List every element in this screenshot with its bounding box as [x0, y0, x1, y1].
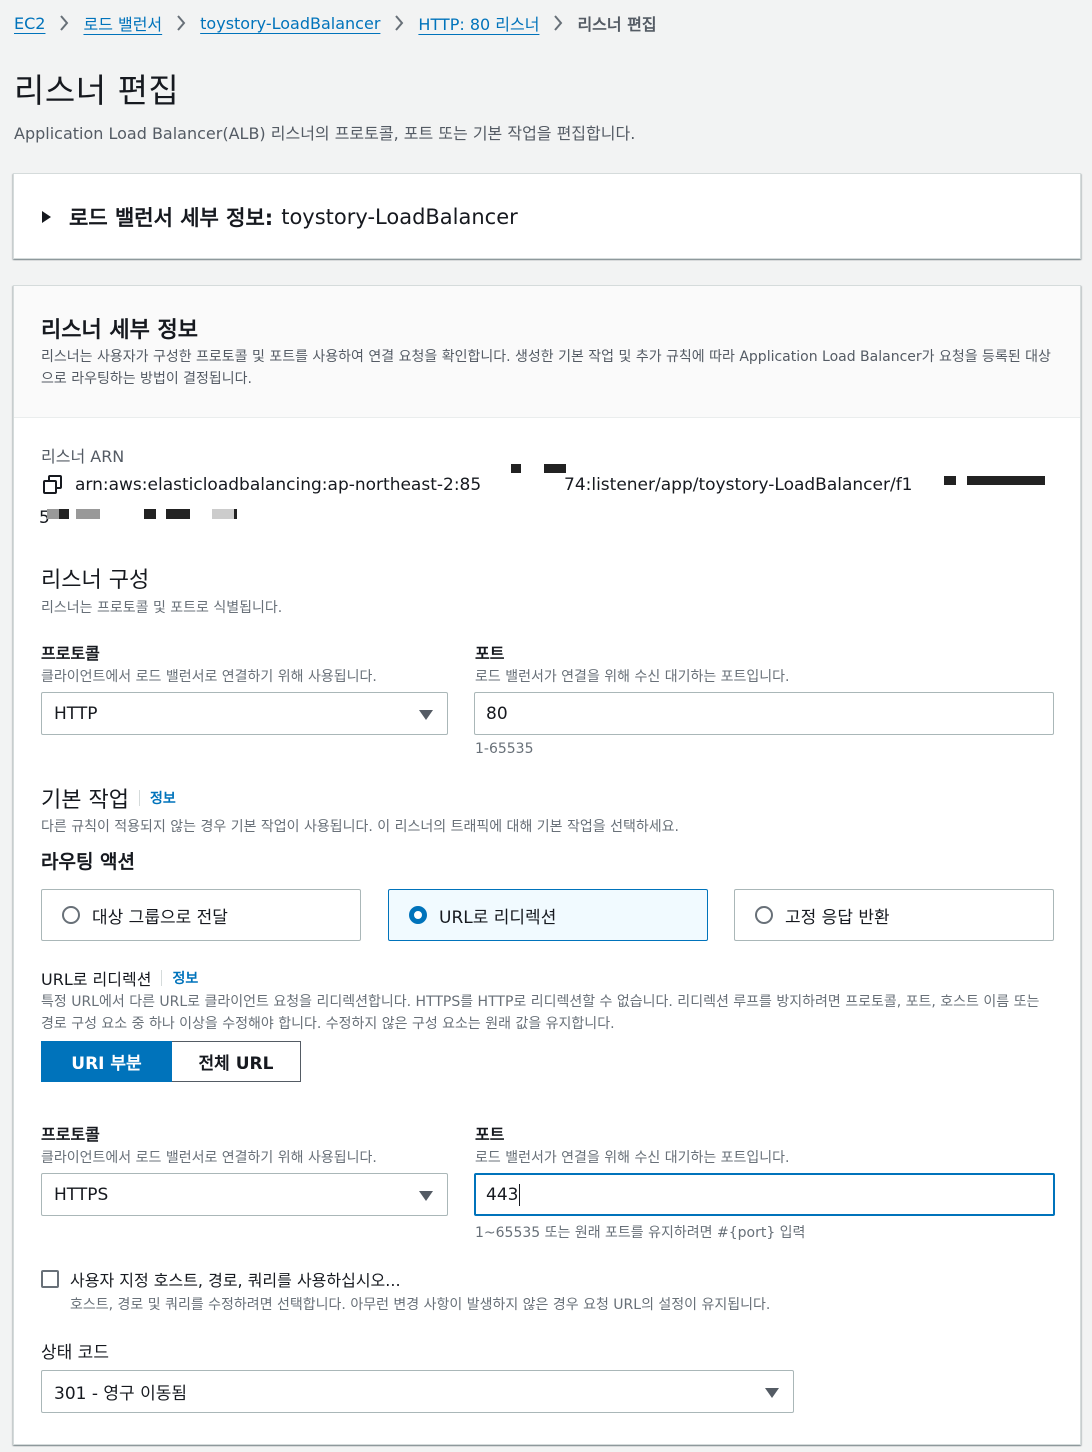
redirect-mode-segmented-control: URI 부분 전체 URL: [41, 1041, 301, 1082]
port-label: 포트: [475, 644, 505, 663]
redirect-port-label: 포트: [475, 1125, 505, 1144]
redaction-block: [511, 464, 521, 473]
default-action-description: 다른 규칙이 적용되지 않는 경우 기본 작업이 사용됩니다. 이 리스너의 트…: [41, 819, 679, 835]
redirect-protocol-value: HTTPS: [54, 1184, 109, 1205]
lb-details-label: 로드 밸런서 세부 정보:: [69, 206, 274, 230]
custom-host-path-query-checkbox[interactable]: [41, 1270, 59, 1288]
listener-config-description: 리스너는 프로토콜 및 포트로 식별됩니다.: [41, 600, 283, 616]
port-help: 로드 밸런서가 연결을 위해 수신 대기하는 포트입니다.: [475, 669, 790, 685]
redirect-heading: URL로 리디렉션 정보: [41, 966, 198, 990]
redaction-block: [212, 509, 234, 519]
status-code-label: 상태 코드: [41, 1343, 109, 1363]
listener-config-title: 리스너 구성: [41, 568, 150, 593]
protocol-label: 프로토콜: [41, 644, 100, 663]
caret-down-icon: [419, 1191, 433, 1201]
routing-option-label: 고정 응답 반환: [785, 907, 890, 928]
breadcrumb: EC2 로드 밸런서 toystory-LoadBalancer HTTP: 8…: [14, 10, 657, 36]
status-code-select[interactable]: 301 - 영구 이동됨: [41, 1370, 794, 1413]
radio-unchecked: [755, 906, 773, 924]
custom-host-path-query-label: 사용자 지정 호스트, 경로, 쿼리를 사용하십시오...: [70, 1271, 401, 1290]
default-action-info-link[interactable]: 정보: [150, 788, 176, 808]
listener-details-title: 리스너 세부 정보: [41, 318, 198, 343]
breadcrumb-current: 리스너 편집: [577, 15, 657, 34]
listener-details-description: 리스너는 사용자가 구성한 프로토콜 및 포트를 사용하여 연결 요청을 확인합…: [41, 349, 1051, 387]
port-input[interactable]: 80: [474, 692, 1054, 735]
breadcrumb-listener[interactable]: HTTP: 80 리스너: [418, 11, 539, 35]
routing-option-forward[interactable]: 대상 그룹으로 전달: [41, 889, 361, 941]
redaction-block: [47, 509, 59, 519]
copy-icon[interactable]: [43, 475, 63, 495]
listener-details-panel: 리스너 세부 정보 리스너는 사용자가 구성한 프로토콜 및 포트를 사용하여 …: [13, 285, 1081, 1445]
radio-checked: [409, 906, 427, 924]
redaction-block: [944, 476, 956, 485]
redirect-port-hint: 1~65535 또는 원래 포트를 유지하려면 #{port} 입력: [475, 1225, 806, 1241]
status-code-value: 301 - 영구 이동됨: [54, 1384, 187, 1404]
redirect-info-link[interactable]: 정보: [172, 968, 198, 988]
redirect-protocol-help: 클라이언트에서 로드 밸런서로 연결하기 위해 사용됩니다.: [41, 1150, 377, 1166]
default-action-heading: 기본 작업 정보: [41, 782, 176, 814]
routing-option-label: URL로 리디렉션: [439, 907, 557, 928]
redirect-description: 특정 URL에서 다른 URL로 클라이언트 요청을 리디렉션합니다. HTTP…: [41, 994, 1040, 1032]
listener-arn: arn:aws:elasticloadbalancing:ap-northeas…: [43, 475, 481, 495]
caret-down-icon: [419, 710, 433, 720]
chevron-right-icon: [553, 15, 563, 31]
redirect-protocol-label: 프로토콜: [41, 1125, 100, 1144]
port-input-value: 80: [486, 703, 508, 724]
chevron-right-icon: [176, 15, 186, 31]
redaction-block: [544, 464, 566, 473]
divider: [138, 790, 140, 806]
chevron-right-icon: [394, 15, 404, 31]
redirect-port-value: 443: [486, 1184, 519, 1205]
divider: [161, 970, 163, 986]
routing-option-redirect[interactable]: URL로 리디렉션: [388, 889, 708, 941]
listener-arn-label: 리스너 ARN: [41, 447, 125, 466]
protocol-select[interactable]: HTTP: [41, 692, 448, 735]
protocol-help: 클라이언트에서 로드 밸런서로 연결하기 위해 사용됩니다.: [41, 669, 377, 685]
redaction-block: [967, 476, 1045, 485]
redaction-block: [166, 509, 190, 519]
redirect-protocol-select[interactable]: HTTPS: [41, 1173, 448, 1216]
redaction-block: [76, 509, 100, 519]
radio-unchecked: [62, 906, 80, 924]
page-title: 리스너 편집: [14, 71, 180, 110]
listener-details-header: 리스너 세부 정보 리스너는 사용자가 구성한 프로토콜 및 포트를 사용하여 …: [14, 286, 1080, 418]
redaction-block: [144, 509, 156, 519]
routing-action-label: 라우팅 액션: [41, 851, 136, 873]
segment-full-url[interactable]: 전체 URL: [172, 1041, 301, 1082]
redirect-title: URL로 리디렉션: [41, 970, 152, 989]
redaction-block: [234, 509, 237, 519]
breadcrumb-load-balancers[interactable]: 로드 밸런서: [83, 11, 162, 35]
caret-down-icon: [765, 1388, 779, 1398]
caret-right-icon: [42, 211, 51, 223]
text-cursor: [519, 1183, 521, 1206]
redirect-port-help: 로드 밸런서가 연결을 위해 수신 대기하는 포트입니다.: [475, 1150, 790, 1166]
redaction-block: [59, 509, 69, 519]
breadcrumb-ec2[interactable]: EC2: [14, 14, 45, 33]
arn-part-2: 74:listener/app/toystory-LoadBalancer/f1: [564, 475, 913, 495]
routing-option-fixed-response[interactable]: 고정 응답 반환: [734, 889, 1054, 941]
load-balancer-details-toggle[interactable]: 로드 밸런서 세부 정보: toystory-LoadBalancer: [42, 202, 518, 232]
arn-part-1: arn:aws:elasticloadbalancing:ap-northeas…: [75, 475, 482, 495]
protocol-select-value: HTTP: [54, 703, 98, 724]
redirect-port-input[interactable]: 443: [474, 1173, 1055, 1216]
default-action-title: 기본 작업: [41, 788, 129, 813]
chevron-right-icon: [59, 15, 69, 31]
port-range-hint: 1-65535: [475, 741, 534, 757]
load-balancer-details-panel: 로드 밸런서 세부 정보: toystory-LoadBalancer: [13, 173, 1081, 259]
breadcrumb-load-balancer-name[interactable]: toystory-LoadBalancer: [200, 14, 380, 33]
lb-details-name: toystory-LoadBalancer: [281, 205, 518, 229]
page-description: Application Load Balancer(ALB) 리스너의 프로토콜…: [14, 124, 636, 143]
segment-uri-parts[interactable]: URI 부분: [41, 1041, 172, 1082]
routing-option-label: 대상 그룹으로 전달: [92, 907, 228, 928]
custom-host-path-query-help: 호스트, 경로 및 쿼리를 수정하려면 선택합니다. 아무런 변경 사항이 발생…: [70, 1297, 771, 1313]
